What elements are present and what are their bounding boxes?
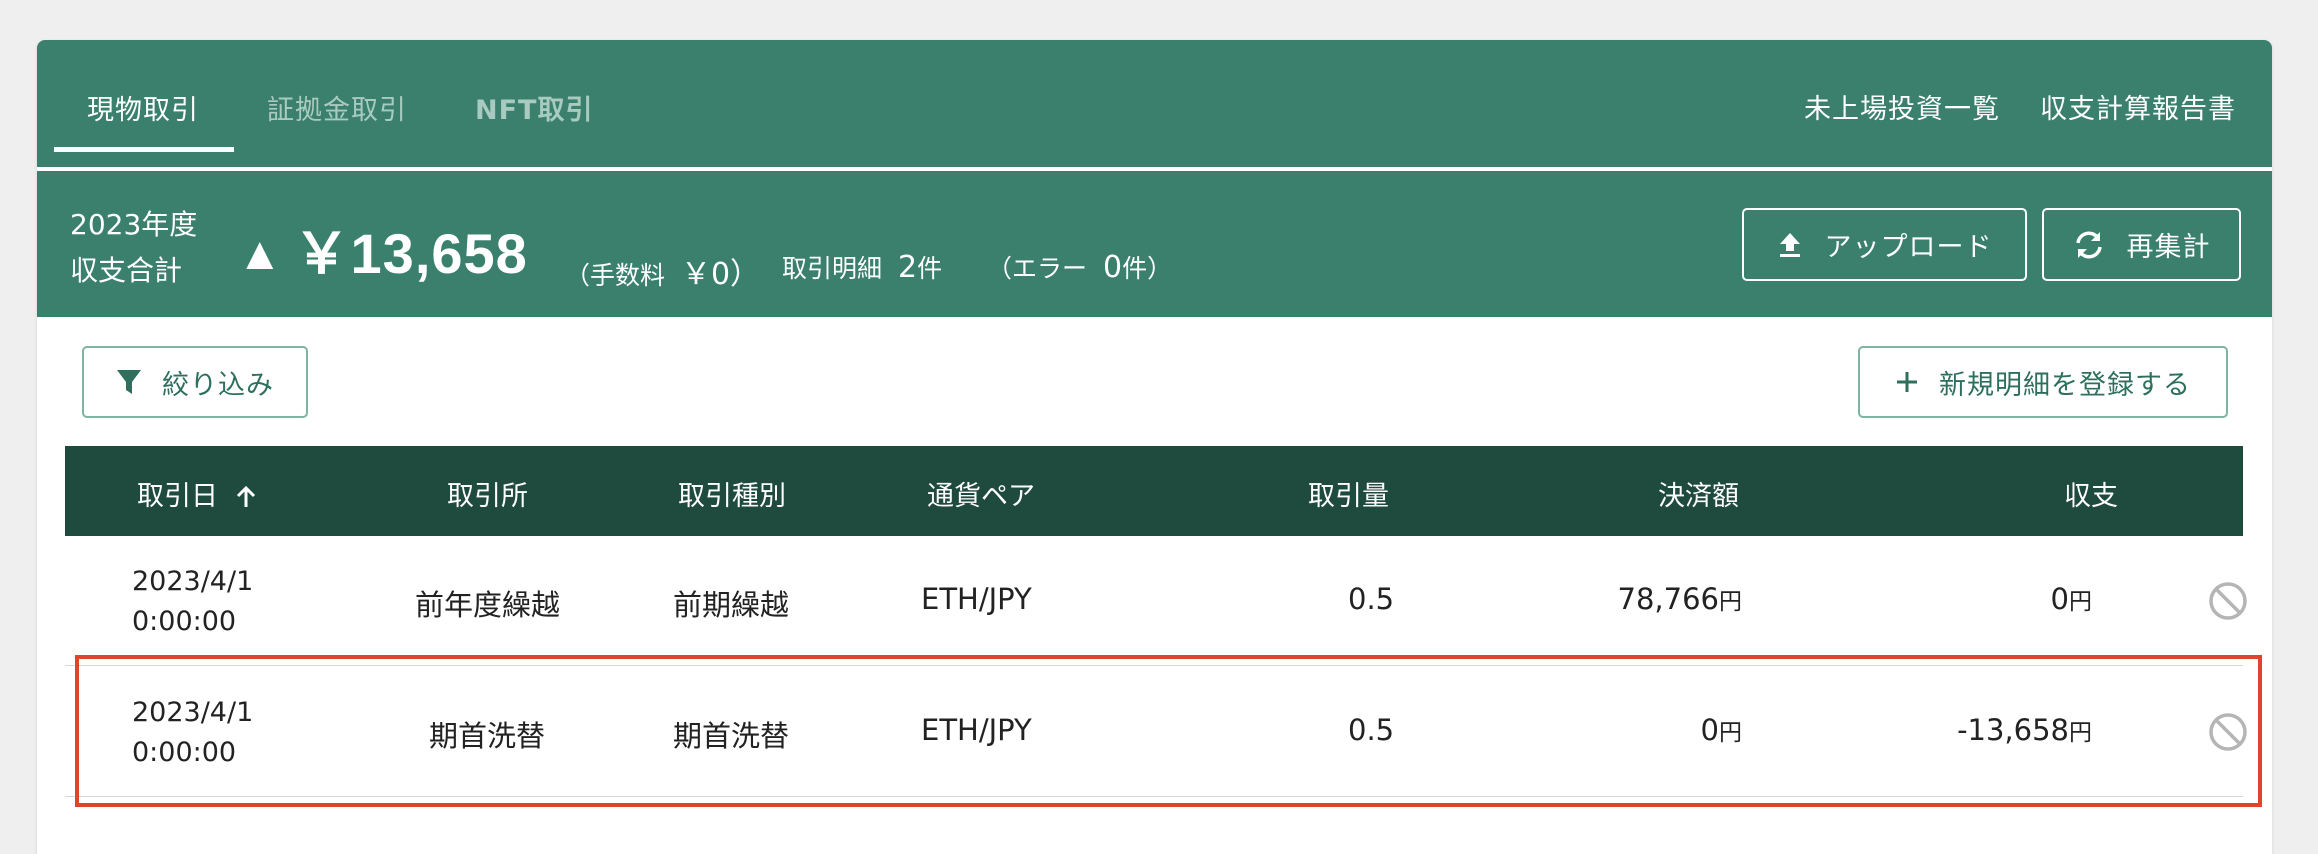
row-pair: ETH/JPY	[921, 713, 1032, 747]
filter-label: 絞り込み	[162, 369, 274, 401]
tab-nft-trading[interactable]: NFT取引	[475, 88, 593, 127]
fee-value: ￥0）	[680, 257, 761, 292]
error-label: （エラー	[987, 254, 1088, 283]
filter-icon	[117, 370, 141, 394]
count-unit: 件	[917, 254, 943, 283]
column-header-settlement: 決済額	[1658, 481, 1739, 512]
upload-label: アップロード	[1824, 232, 1993, 263]
error-unit: 件）	[1122, 254, 1173, 283]
count-label: 取引明細	[782, 254, 883, 283]
plus-icon	[1897, 372, 1917, 392]
ban-icon[interactable]	[2208, 581, 2248, 621]
row-pnl: -13,658円	[1957, 713, 2092, 747]
column-header-exchange: 取引所	[447, 481, 528, 512]
refresh-icon	[2075, 230, 2102, 259]
column-header-amount: 取引量	[1308, 481, 1389, 512]
transaction-count: 取引明細 2件	[782, 249, 942, 285]
table-row: 2023/4/1 0:00:00 期首洗替 期首洗替 ETH/JPY 0.5 0…	[65, 667, 2247, 797]
add-transaction-button[interactable]: 新規明細を登録する	[1858, 346, 2228, 418]
recalculate-label: 再集計	[2126, 232, 2211, 263]
ban-icon[interactable]	[2208, 712, 2248, 752]
row-settlement: 0円	[1701, 713, 1742, 747]
upload-button[interactable]: アップロード	[1742, 208, 2027, 281]
error-count: （エラー 0件）	[987, 249, 1172, 285]
row-date-day: 2023/4/1	[132, 566, 254, 597]
filter-button[interactable]: 絞り込み	[82, 346, 308, 418]
row-exchange: 期首洗替	[429, 719, 546, 753]
fiscal-year: 2023年度	[70, 208, 198, 241]
main-card: 現物取引 証拠金取引 NFT取引 未上場投資一覧 収支計算報告書 2023年度 …	[37, 40, 2272, 854]
row-type: 前期繰越	[673, 588, 790, 622]
row-date-time: 0:00:00	[132, 606, 237, 637]
row-settlement-unit: 円	[1719, 589, 1742, 615]
count-value: 2	[897, 250, 918, 285]
upload-icon	[1779, 232, 1800, 257]
row-pair: ETH/JPY	[921, 582, 1032, 616]
error-value: 0	[1102, 250, 1123, 285]
row-settlement: 78,766円	[1618, 582, 1742, 616]
row-type: 期首洗替	[673, 719, 790, 753]
summary-bar: 2023年度 収支合計 ▲ ￥13,658 （手数料 ￥0） 取引明細 2件 （エ…	[37, 171, 2272, 317]
row-settlement-unit: 円	[1719, 720, 1742, 746]
table-row: 2023/4/1 0:00:00 前年度繰越 前期繰越 ETH/JPY 0.5 …	[65, 536, 2247, 666]
row-pnl-value: 0	[2050, 582, 2069, 616]
up-arrow-icon: ▲	[237, 227, 284, 279]
fee-info: （手数料 ￥0）	[565, 249, 760, 293]
row-date-day: 2023/4/1	[132, 697, 254, 728]
add-transaction-label: 新規明細を登録する	[1939, 369, 2191, 401]
column-header-date[interactable]: 取引日	[137, 474, 257, 513]
column-header-pnl: 収支	[2064, 481, 2118, 512]
row-date: 2023/4/1 0:00:00	[132, 562, 253, 642]
income-report-link[interactable]: 収支計算報告書	[2040, 87, 2236, 126]
column-date-label: 取引日	[137, 481, 218, 512]
row-amount: 0.5	[1348, 582, 1395, 616]
tab-margin-trading[interactable]: 証拠金取引	[267, 88, 407, 127]
row-pnl: 0円	[2051, 582, 2092, 616]
tab-bar: 現物取引 証拠金取引 NFT取引 未上場投資一覧 収支計算報告書	[37, 40, 2272, 169]
column-header-type: 取引種別	[678, 481, 786, 512]
total-value: ￥13,658	[293, 222, 528, 285]
fee-label: （手数料	[565, 261, 666, 290]
unlisted-investments-link[interactable]: 未上場投資一覧	[1804, 87, 2000, 126]
row-date-time: 0:00:00	[132, 737, 237, 768]
row-date: 2023/4/1 0:00:00	[132, 693, 253, 773]
row-exchange: 前年度繰越	[415, 588, 561, 622]
row-pnl-value: -13,658	[1957, 713, 2069, 747]
row-settlement-value: 0	[1700, 713, 1719, 747]
recalculate-button[interactable]: 再集計	[2042, 208, 2241, 281]
column-header-pair: 通貨ペア	[927, 481, 1035, 512]
arrow-up-icon	[236, 485, 255, 507]
row-settlement-value: 78,766	[1617, 582, 1719, 616]
row-pnl-unit: 円	[2069, 720, 2092, 746]
fiscal-year-block: 2023年度 収支合計	[70, 202, 197, 294]
row-pnl-unit: 円	[2069, 589, 2092, 615]
row-amount: 0.5	[1348, 713, 1395, 747]
table-header: 取引日 取引所 取引種別 通貨ペア 取引量 決済額 収支	[65, 446, 2243, 536]
total-amount: ▲ ￥13,658	[237, 209, 528, 290]
total-label: 収支合計	[70, 254, 183, 287]
tab-spot-trading[interactable]: 現物取引	[87, 88, 199, 127]
active-tab-indicator	[54, 147, 234, 152]
